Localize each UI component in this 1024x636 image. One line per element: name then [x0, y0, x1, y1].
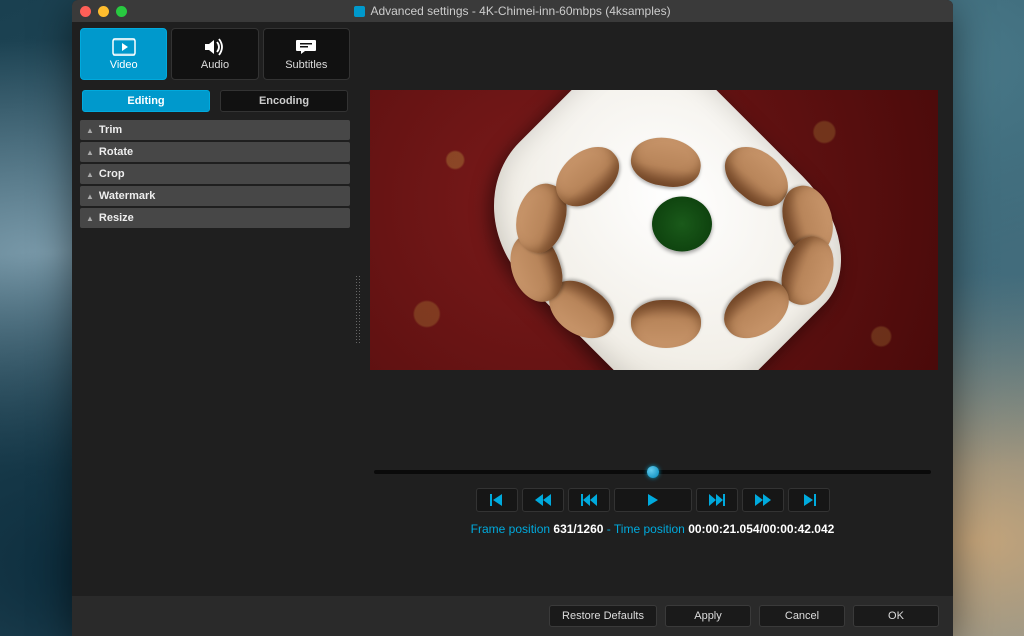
close-button[interactable]: [80, 6, 91, 17]
section-rotate-label: Rotate: [99, 146, 133, 158]
app-window: Advanced settings - 4K-Chimei-inn-60mbps…: [72, 0, 953, 636]
section-trim[interactable]: ▲ Trim: [80, 120, 350, 140]
video-preview: [370, 90, 938, 370]
restore-defaults-button[interactable]: Restore Defaults: [549, 605, 657, 627]
fast-rewind-button[interactable]: [522, 488, 564, 512]
seek-knob[interactable]: [647, 466, 659, 478]
section-rotate[interactable]: ▲ Rotate: [80, 142, 350, 162]
time-position-value: 00:00:21.054/00:00:42.042: [688, 522, 834, 536]
subtab-editing[interactable]: Editing: [82, 90, 210, 112]
section-trim-label: Trim: [99, 124, 122, 136]
content-area: Video Audio Subtitles Editing Enco: [72, 22, 953, 636]
sub-tabs: Editing Encoding: [80, 90, 350, 112]
chevron-up-icon: ▲: [86, 192, 94, 201]
section-resize[interactable]: ▲ Resize: [80, 208, 350, 228]
subtab-encoding[interactable]: Encoding: [220, 90, 348, 112]
chevron-up-icon: ▲: [86, 148, 94, 157]
sidebar: Video Audio Subtitles Editing Enco: [72, 22, 358, 636]
step-back-button[interactable]: [568, 488, 610, 512]
preview-image-detail: [631, 300, 701, 348]
section-crop[interactable]: ▲ Crop: [80, 164, 350, 184]
app-icon: [354, 6, 365, 17]
play-button[interactable]: [614, 488, 692, 512]
frame-position-label: Frame position: [471, 522, 550, 536]
tab-subtitles[interactable]: Subtitles: [263, 28, 350, 80]
position-separator: -: [607, 522, 611, 536]
apply-button[interactable]: Apply: [665, 605, 751, 627]
tab-video[interactable]: Video: [80, 28, 167, 80]
cancel-button[interactable]: Cancel: [759, 605, 845, 627]
tab-subtitles-label: Subtitles: [285, 59, 327, 71]
window-title: Advanced settings - 4K-Chimei-inn-60mbps…: [72, 4, 953, 18]
go-to-end-button[interactable]: [788, 488, 830, 512]
frame-position-value: 631/1260: [553, 522, 603, 536]
titlebar: Advanced settings - 4K-Chimei-inn-60mbps…: [72, 0, 953, 22]
tab-video-label: Video: [110, 59, 138, 71]
traffic-lights: [80, 6, 127, 17]
chevron-up-icon: ▲: [86, 214, 94, 223]
time-position-label: Time position: [614, 522, 685, 536]
subtitles-icon: [294, 37, 318, 57]
section-watermark-label: Watermark: [99, 190, 155, 202]
minimize-button[interactable]: [98, 6, 109, 17]
position-info: Frame position 631/1260 - Time position …: [364, 522, 941, 536]
main-tabs: Video Audio Subtitles: [80, 28, 350, 80]
section-watermark[interactable]: ▲ Watermark: [80, 186, 350, 206]
step-forward-button[interactable]: [696, 488, 738, 512]
maximize-button[interactable]: [116, 6, 127, 17]
tab-audio-label: Audio: [201, 59, 229, 71]
audio-icon: [203, 37, 227, 57]
window-title-text: Advanced settings - 4K-Chimei-inn-60mbps…: [370, 4, 670, 18]
transport-controls: [364, 488, 941, 512]
preview-image-garnish: [652, 197, 712, 252]
chevron-up-icon: ▲: [86, 170, 94, 179]
ok-button[interactable]: OK: [853, 605, 939, 627]
section-crop-label: Crop: [99, 168, 125, 180]
seek-bar[interactable]: [374, 470, 931, 474]
section-resize-label: Resize: [99, 212, 134, 224]
bottom-bar: Restore Defaults Apply Cancel OK: [72, 596, 953, 636]
preview-pane: Frame position 631/1260 - Time position …: [358, 22, 953, 636]
go-to-start-button[interactable]: [476, 488, 518, 512]
video-icon: [112, 37, 136, 57]
chevron-up-icon: ▲: [86, 126, 94, 135]
sections: ▲ Trim ▲ Rotate ▲ Crop ▲ Watermark ▲ Resize: [80, 120, 350, 228]
fast-forward-button[interactable]: [742, 488, 784, 512]
tab-audio[interactable]: Audio: [171, 28, 258, 80]
